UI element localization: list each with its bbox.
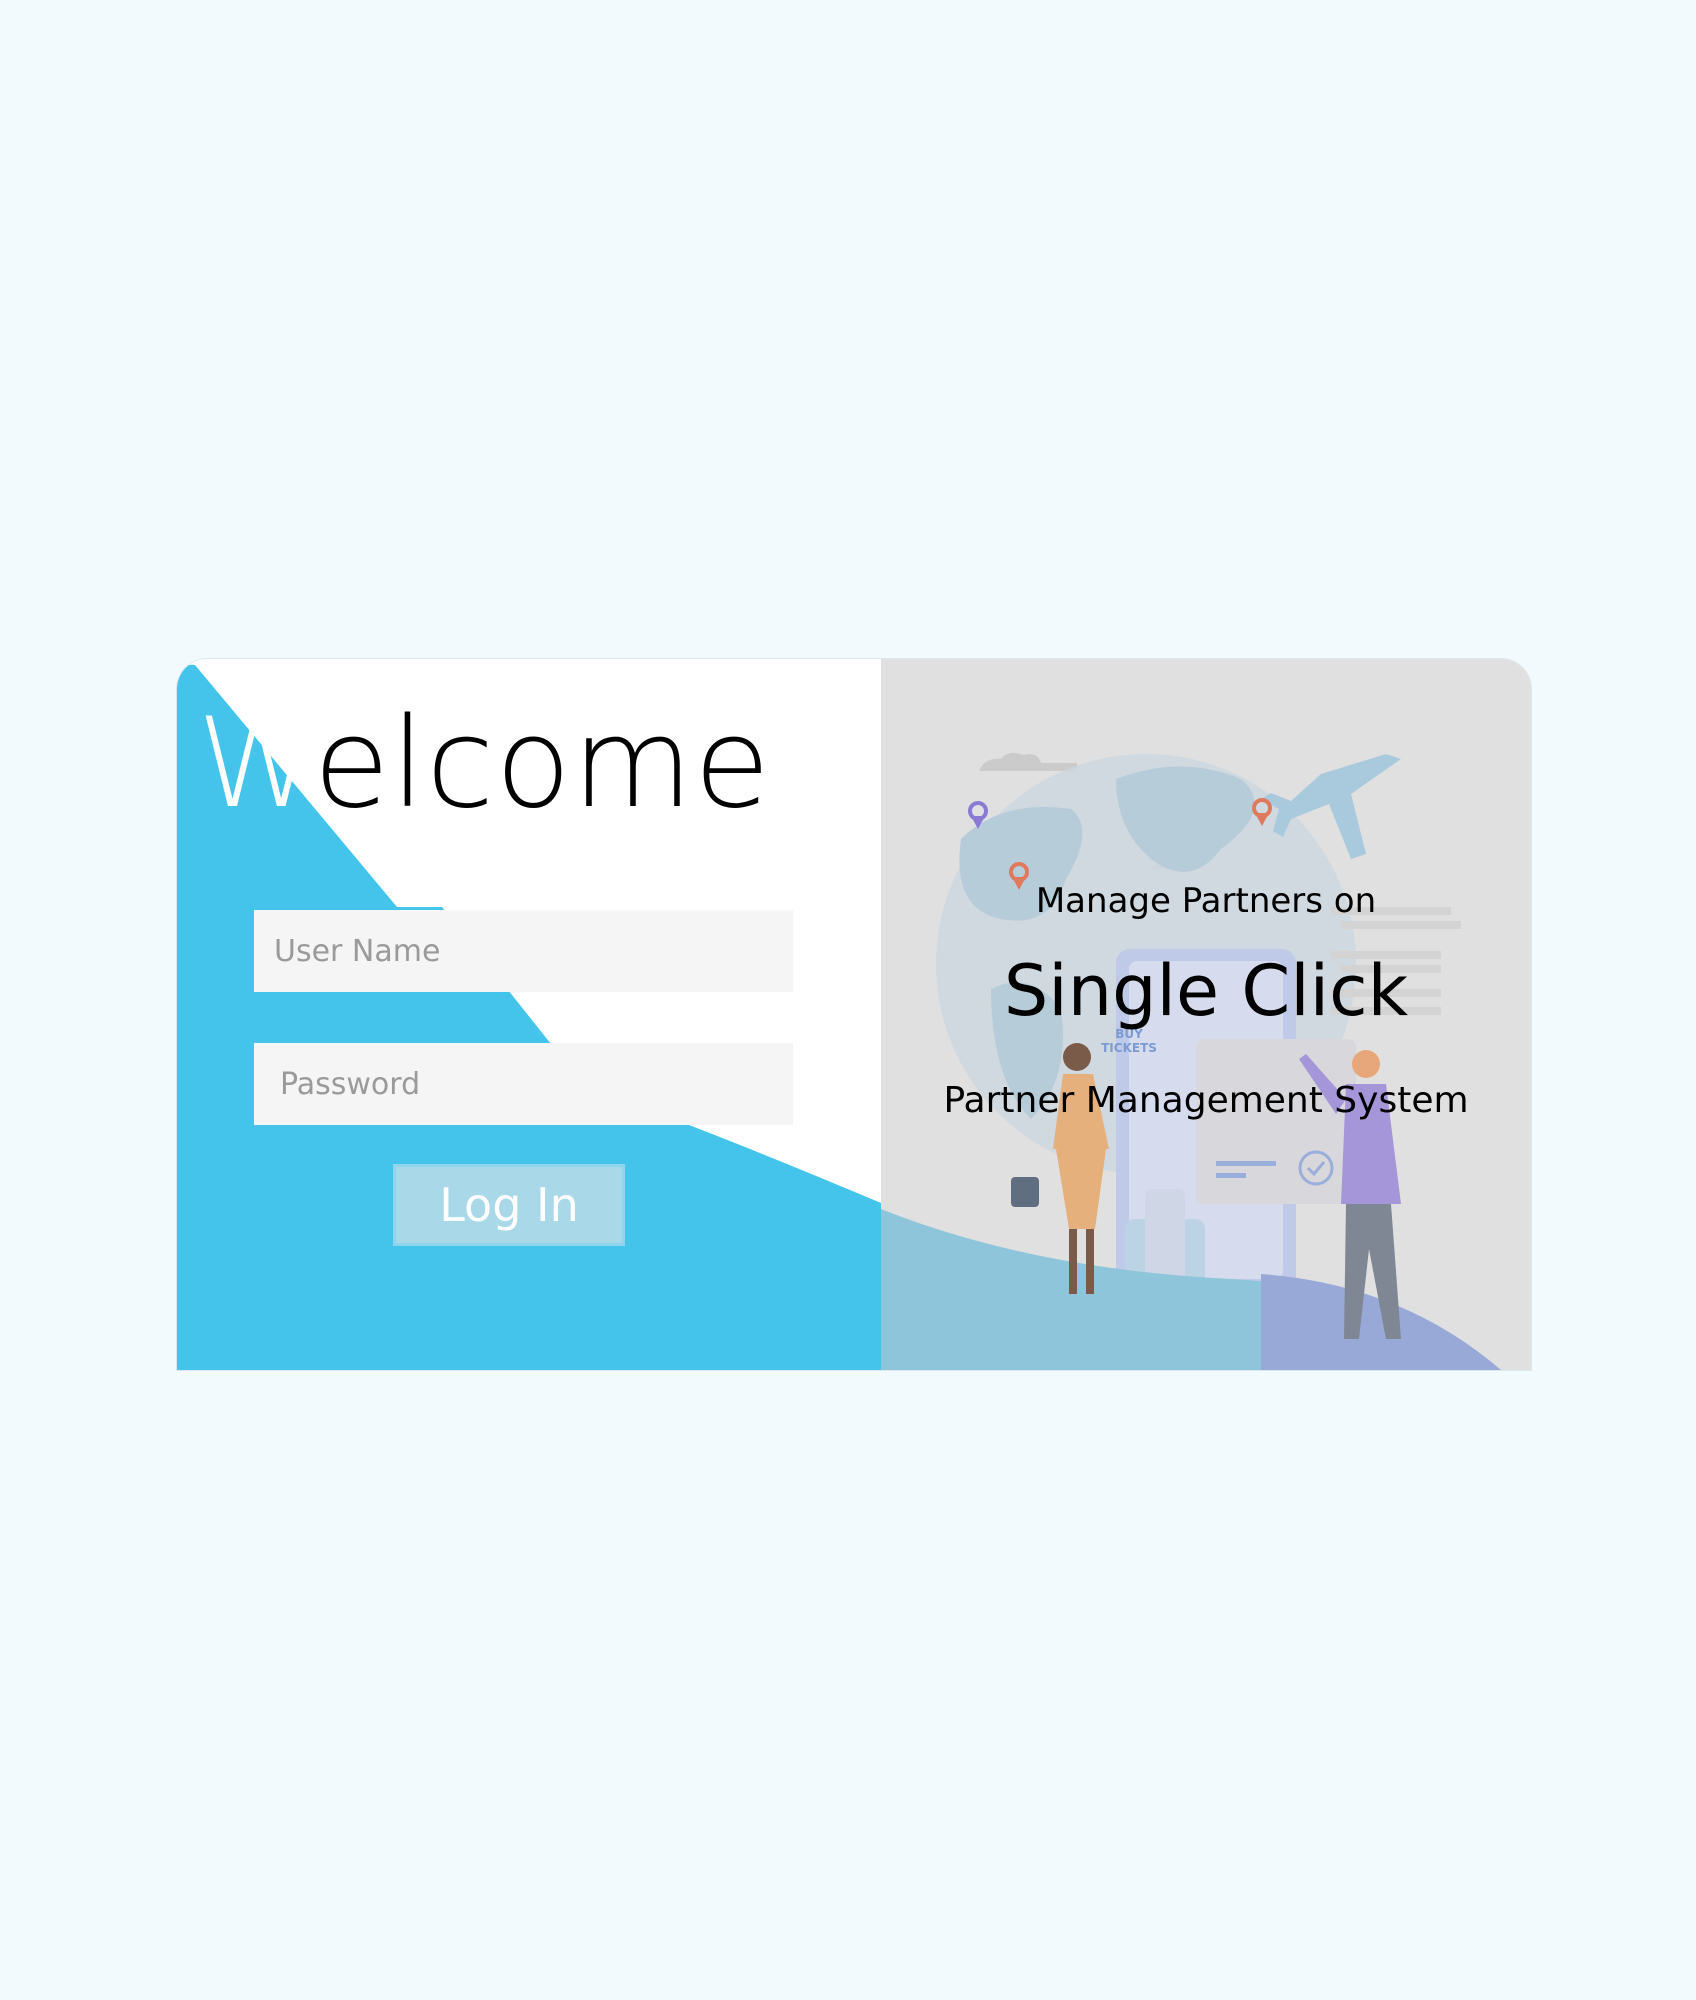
login-button[interactable]: Log In — [393, 1164, 625, 1246]
welcome-heading-initial: W — [197, 692, 314, 836]
promo-line-system-name: Partner Management System — [943, 1080, 1469, 1121]
welcome-heading: Welcome — [197, 689, 771, 839]
promo-line-manage: Manage Partners on — [1035, 881, 1377, 921]
welcome-heading-rest: elcome — [313, 692, 772, 836]
username-input[interactable] — [254, 910, 793, 992]
login-panel: Welcome Log In — [177, 659, 881, 1370]
password-input[interactable] — [254, 1043, 793, 1125]
cloud-icon — [979, 752, 1077, 771]
promo-line-single-click: Single Click — [1003, 950, 1409, 1032]
promo-panel: BUY TICKETS Manage Partners on Single Cl… — [881, 659, 1531, 1370]
buy-tickets-label: TICKETS — [1101, 1041, 1157, 1055]
login-card: Welcome Log In — [177, 659, 1531, 1370]
